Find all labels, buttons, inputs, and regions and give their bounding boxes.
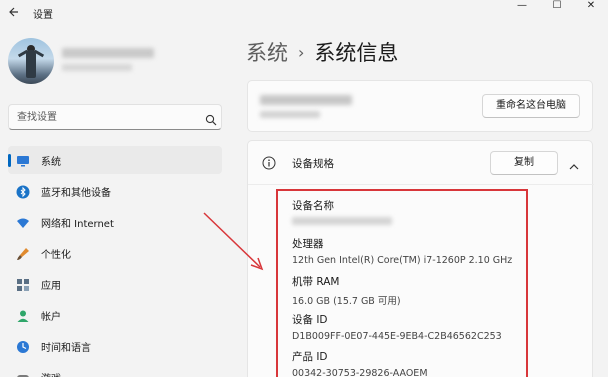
breadcrumb-separator: › xyxy=(298,43,305,62)
avatar[interactable] xyxy=(8,38,54,84)
sidebar-item-label: 网络和 Internet xyxy=(41,219,114,230)
gamepad-icon xyxy=(16,370,30,377)
close-button[interactable]: ✕ xyxy=(574,0,608,14)
highlight-box xyxy=(276,189,528,377)
sidebar-item-gaming[interactable]: 游戏 xyxy=(8,363,222,377)
selection-indicator xyxy=(8,154,11,167)
breadcrumb: 系统 › 系统信息 xyxy=(246,37,398,67)
search-icon[interactable] xyxy=(205,111,217,126)
user-name-redacted xyxy=(62,48,154,58)
sidebar-item-label: 帐户 xyxy=(41,312,61,323)
sidebar-item-label: 蓝牙和其他设备 xyxy=(41,188,111,199)
red-arrow-annotation xyxy=(203,212,264,271)
back-arrow-icon[interactable] xyxy=(6,5,20,19)
brush-icon xyxy=(16,246,30,260)
sidebar-item-personalization[interactable]: 个性化 xyxy=(8,239,222,267)
copy-button[interactable]: 复制 xyxy=(490,151,558,175)
user-email-redacted xyxy=(62,64,132,71)
device-name-redacted xyxy=(260,95,352,105)
sidebar-item-network[interactable]: 网络和 Internet xyxy=(8,208,222,236)
sidebar-item-system[interactable]: 系统 xyxy=(8,146,222,174)
device-model-redacted xyxy=(260,111,320,118)
sidebar-item-bluetooth[interactable]: 蓝牙和其他设备 xyxy=(8,177,222,205)
info-icon xyxy=(262,155,276,170)
specs-header[interactable]: 设备规格 复制 xyxy=(248,141,594,185)
sidebar-item-label: 应用 xyxy=(41,281,61,292)
device-card: 重命名这台电脑 xyxy=(247,80,593,132)
person-icon xyxy=(16,308,30,322)
monitor-icon xyxy=(16,153,30,167)
sidebar-item-accounts[interactable]: 帐户 xyxy=(8,301,222,329)
apps-icon xyxy=(16,277,30,291)
search-input[interactable] xyxy=(17,109,197,125)
sidebar-item-label: 游戏 xyxy=(41,370,61,377)
minimize-button[interactable]: — xyxy=(505,0,539,14)
rename-pc-button[interactable]: 重命名这台电脑 xyxy=(482,94,580,118)
title-bar: 设置 — ☐ ✕ xyxy=(0,0,608,26)
sidebar-item-label: 时间和语言 xyxy=(41,343,91,354)
wifi-icon xyxy=(16,215,30,229)
clock-globe-icon xyxy=(16,339,30,353)
search-box[interactable] xyxy=(8,104,222,130)
sidebar-item-time-language[interactable]: 时间和语言 xyxy=(8,332,222,360)
page-title: 系统信息 xyxy=(314,41,399,65)
bluetooth-icon xyxy=(16,184,30,199)
specs-title: 设备规格 xyxy=(292,158,334,170)
chevron-up-icon[interactable] xyxy=(568,157,580,170)
sidebar-item-label: 个性化 xyxy=(41,250,71,261)
breadcrumb-parent[interactable]: 系统 xyxy=(246,41,288,65)
sidebar-item-label: 系统 xyxy=(41,157,61,168)
app-title: 设置 xyxy=(33,10,53,21)
maximize-button[interactable]: ☐ xyxy=(540,0,574,14)
sidebar-item-apps[interactable]: 应用 xyxy=(8,270,222,298)
